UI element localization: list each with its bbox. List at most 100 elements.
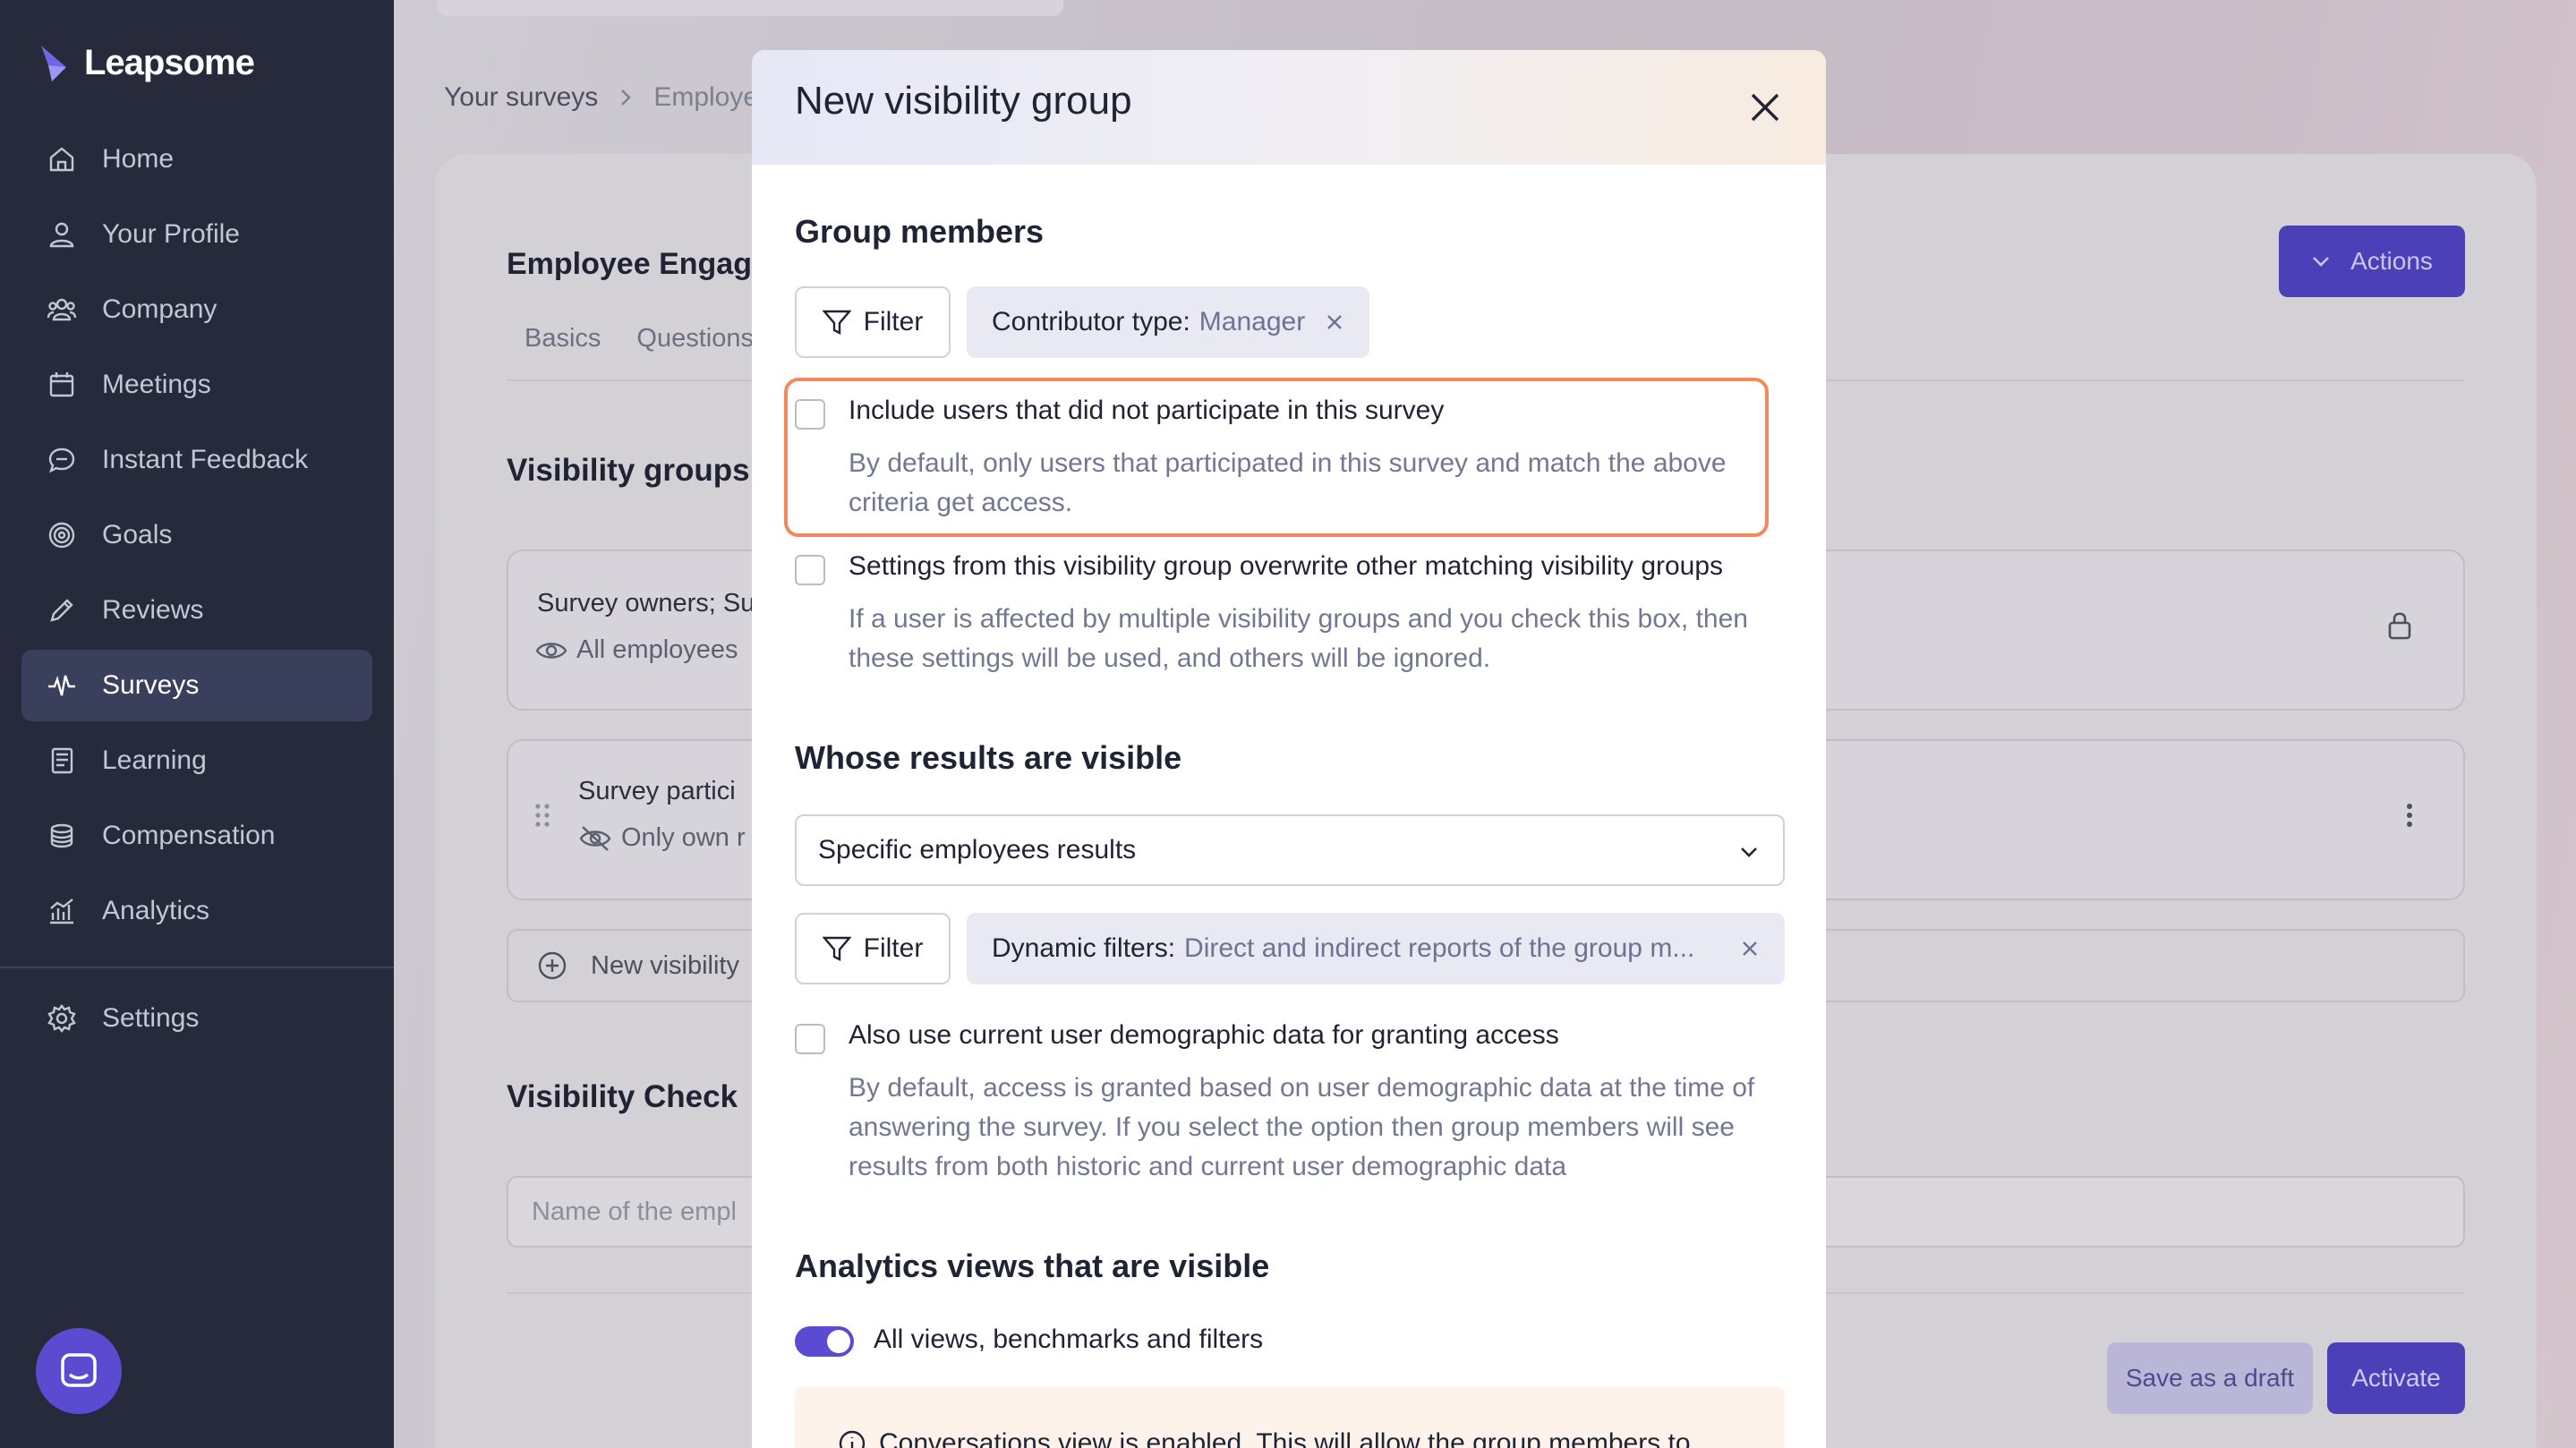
users-icon [47, 294, 77, 325]
sidebar-item-label: Goals [102, 520, 173, 549]
sidebar-item-label: Your Profile [102, 219, 240, 249]
breadcrumb-your-surveys[interactable]: Your surveys [444, 82, 598, 113]
option-label[interactable]: Also use current user demographic data f… [849, 1020, 1559, 1051]
survey-tabs: Basics Questions [525, 324, 754, 353]
lock-icon [2388, 612, 2411, 640]
whose-results-heading: Whose results are visible [795, 739, 1182, 776]
book-icon [47, 745, 77, 776]
breadcrumb-current[interactable]: Employe [653, 82, 758, 113]
chat-icon [47, 445, 77, 475]
brand-logo[interactable]: Leapsome [39, 43, 255, 83]
support-chat-button[interactable] [36, 1328, 122, 1414]
visibility-group-scope-label: Only own r [621, 823, 746, 852]
plus-circle-icon [538, 951, 567, 980]
contributor-type-chip[interactable]: Contributor type: Manager [967, 286, 1370, 358]
sidebar-item-company[interactable]: Company [21, 274, 372, 345]
visibility-group-scope: Only own r [578, 823, 746, 853]
user-icon [47, 219, 77, 250]
results-scope-value: Specific employees results [818, 835, 1137, 865]
sidebar-divider [0, 967, 394, 968]
sidebar-item-meetings[interactable]: Meetings [21, 349, 372, 421]
results-scope-select[interactable]: Specific employees results [795, 814, 1785, 886]
filter-icon [822, 310, 851, 335]
sidebar-item-reviews[interactable]: Reviews [21, 575, 372, 646]
coins-icon [47, 821, 77, 851]
group-members-filter-button[interactable]: Filter [795, 286, 951, 358]
sidebar-item-goals[interactable]: Goals [21, 499, 372, 571]
tab-basics[interactable]: Basics [525, 324, 601, 353]
sidebar-item-instant-feedback[interactable]: Instant Feedback [21, 424, 372, 496]
activate-button[interactable]: Activate [2327, 1342, 2465, 1414]
include-non-participants-checkbox[interactable] [795, 399, 825, 430]
new-visibility-group-label: New visibility [591, 950, 739, 980]
sidebar-item-settings[interactable]: Settings [21, 983, 372, 1054]
sidebar-item-your-profile[interactable]: Your Profile [21, 199, 372, 270]
sidebar-item-label: Meetings [102, 370, 211, 399]
filter-icon [822, 936, 851, 961]
sidebar-item-label: Home [102, 144, 175, 174]
option-description: By default, access is granted based on u… [849, 1073, 1755, 1181]
modal-title: New visibility group [795, 79, 1132, 123]
chip-key: Dynamic filters: [992, 933, 1176, 963]
sidebar-item-label: Surveys [102, 670, 200, 700]
chip-key: Contributor type: [992, 307, 1190, 336]
drag-handle-icon[interactable] [533, 802, 551, 829]
info-icon [839, 1430, 866, 1448]
sidebar-item-learning[interactable]: Learning [21, 725, 372, 796]
option-description: By default, only users that participated… [849, 448, 1727, 517]
home-icon [47, 144, 77, 175]
employee-name-placeholder: Name of the empl [532, 1197, 737, 1226]
sidebar-nav: Home Your Profile Company Meetings Insta… [21, 124, 372, 950]
breadcrumb: Your surveys Employe [444, 82, 758, 113]
chevron-down-icon [2313, 257, 2329, 267]
option-label[interactable]: Include users that did not participate i… [849, 396, 1444, 426]
chat-widget-icon [61, 1353, 97, 1387]
save-draft-button[interactable]: Save as a draft [2107, 1342, 2313, 1414]
sidebar-item-compensation[interactable]: Compensation [21, 800, 372, 872]
all-views-toggle[interactable] [795, 1326, 854, 1357]
dynamic-filters-chip[interactable]: Dynamic filters: Direct and indirect rep… [967, 913, 1785, 984]
sidebar-item-home[interactable]: Home [21, 124, 372, 195]
close-icon[interactable] [1744, 86, 1787, 129]
leapsome-logo-icon [41, 45, 66, 81]
chart-icon [47, 896, 77, 926]
option-description: If a user is affected by multiple visibi… [849, 604, 1748, 673]
more-vertical-icon[interactable] [2404, 802, 2415, 829]
eye-icon [535, 642, 567, 659]
sidebar-item-surveys[interactable]: Surveys [21, 650, 372, 721]
visibility-check-heading: Visibility Check [507, 1079, 738, 1114]
pulse-icon [47, 670, 77, 701]
sidebar-item-label: Learning [102, 745, 207, 775]
toggle-knob [827, 1330, 850, 1353]
gear-icon [47, 1003, 77, 1034]
all-views-label: All views, benchmarks and filters [874, 1324, 1264, 1354]
remove-chip-icon[interactable] [1325, 312, 1344, 332]
pencil-icon [47, 595, 77, 626]
eye-off-icon [579, 825, 611, 851]
actions-button[interactable]: Actions [2279, 226, 2465, 297]
chevron-right-icon [621, 89, 632, 106]
visibility-group-scope: All employees [535, 635, 738, 665]
visibility-group-title: Survey partici [578, 777, 736, 805]
overwrite-settings-checkbox[interactable] [795, 555, 825, 585]
group-members-heading: Group members [795, 213, 1045, 250]
top-search-bar[interactable] [437, 0, 1063, 16]
new-visibility-group-modal: New visibility group Group members Filte… [752, 50, 1826, 1448]
page-title: Employee Engag [507, 247, 752, 281]
visibility-group-title: Survey owners; Su [537, 589, 755, 618]
sidebar-item-label: Analytics [102, 896, 210, 925]
chip-value: Direct and indirect reports of the group… [1184, 933, 1695, 963]
tab-questions[interactable]: Questions [636, 324, 754, 353]
brand-name: Leapsome [84, 43, 255, 82]
sidebar-settings-group: Settings [21, 983, 372, 1058]
sidebar-item-analytics[interactable]: Analytics [21, 875, 372, 947]
results-filter-button[interactable]: Filter [795, 913, 951, 984]
remove-chip-icon[interactable] [1740, 939, 1760, 958]
sidebar: Leapsome Home Your Profile Company Meeti… [0, 0, 394, 1448]
sidebar-item-label: Company [102, 294, 218, 324]
option-label[interactable]: Settings from this visibility group over… [849, 551, 1723, 582]
visibility-group-scope-label: All employees [576, 635, 738, 664]
conversations-info-text: Conversations view is enabled. This will… [879, 1428, 1691, 1448]
current-demographic-checkbox[interactable] [795, 1024, 825, 1054]
sidebar-item-label: Instant Feedback [102, 445, 309, 474]
